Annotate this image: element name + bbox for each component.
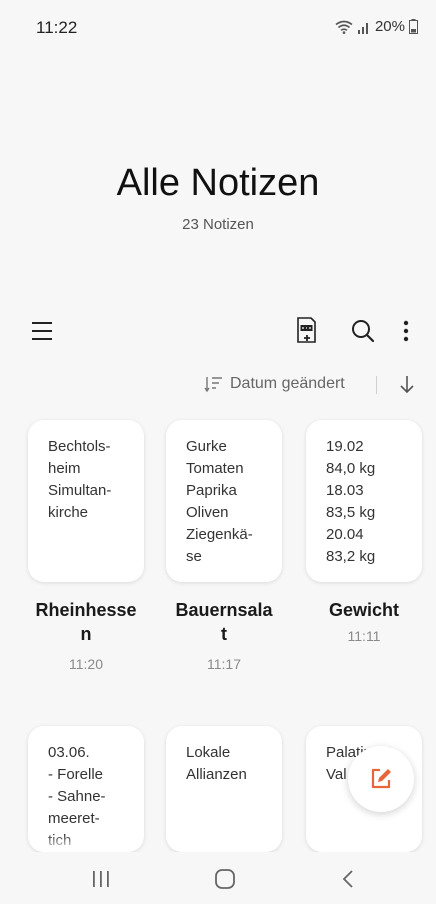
note-time: 11:17 [207, 656, 241, 672]
note-card: 03.06. - Forelle - Sahne- meeret- tich [28, 726, 144, 852]
note-card: Lokale Allianzen [166, 726, 282, 852]
recents-icon [93, 871, 109, 887]
compose-note-icon [371, 768, 391, 789]
compose-button[interactable] [348, 746, 414, 812]
battery-icon [409, 19, 418, 34]
sort-lines-icon [204, 377, 222, 393]
note-card: Bechtols- heim Simultan- kirche [28, 420, 144, 582]
search-icon [352, 320, 375, 343]
back-icon [342, 870, 353, 888]
note-preview: Lokale Allianzen [186, 744, 247, 783]
home-icon [215, 869, 235, 889]
pdf-add-icon [297, 317, 316, 343]
sort-order-button[interactable] [398, 374, 416, 394]
hamburger-menu-icon [32, 322, 52, 340]
status-time: 11:22 [36, 18, 78, 37]
status-indicators: 20% [335, 18, 418, 35]
search-button[interactable] [350, 318, 376, 344]
note-card: Gurke Tomaten Paprika Oliven Ziegenkä- s… [166, 420, 282, 582]
menu-button[interactable] [30, 317, 56, 345]
arrow-down-icon [400, 376, 414, 394]
back-button[interactable] [340, 868, 356, 890]
sort-divider [376, 376, 377, 394]
more-options-button[interactable] [396, 318, 416, 344]
note-title: Rheinhesse n [35, 600, 137, 644]
note-time: 11:20 [69, 656, 103, 672]
note-fade [28, 834, 144, 852]
note-title: Bauernsala t [175, 600, 273, 644]
signal-icon [357, 22, 368, 34]
sort-label: Datum geändert [230, 375, 345, 392]
system-nav-bar [0, 852, 436, 904]
more-vertical-icon [403, 320, 409, 342]
page-title: Alle Notizen [116, 162, 320, 204]
recents-button[interactable] [90, 870, 112, 888]
note-count: 23 Notizen [182, 216, 254, 233]
battery-percent: 20% [374, 18, 405, 35]
note-preview: 19.02 84,0 kg 18.03 83,5 kg 20.04 83,2 k… [326, 438, 376, 565]
note-title: Gewicht [328, 600, 399, 620]
sort-by-button[interactable]: Datum geändert [204, 372, 345, 396]
note-preview: Gurke Tomaten Paprika Oliven Ziegenkä- s… [186, 438, 253, 565]
note-card: 19.02 84,0 kg 18.03 83,5 kg 20.04 83,2 k… [306, 420, 422, 582]
note-fade [166, 564, 282, 582]
sort-bar: Datum geändert [0, 372, 436, 398]
status-bar: 11:22 20% [0, 0, 436, 48]
note-fade [306, 564, 422, 582]
pdf-import-button[interactable] [294, 316, 320, 346]
note-time: 11:11 [347, 628, 381, 644]
home-button[interactable] [214, 868, 236, 890]
toolbar [0, 312, 436, 350]
note-preview: Bechtols- heim Simultan- kirche [48, 438, 112, 521]
wifi-icon [335, 20, 353, 34]
